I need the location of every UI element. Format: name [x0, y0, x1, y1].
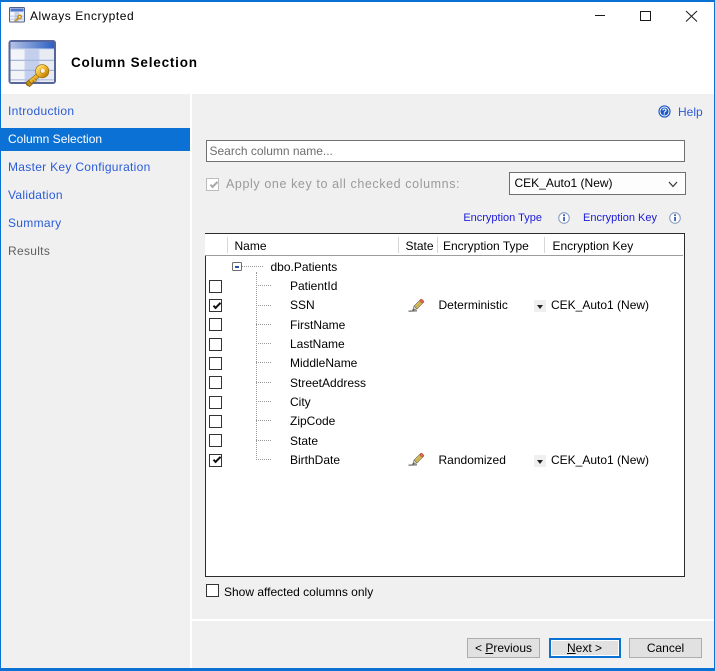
svg-text:?: ? — [662, 107, 667, 117]
